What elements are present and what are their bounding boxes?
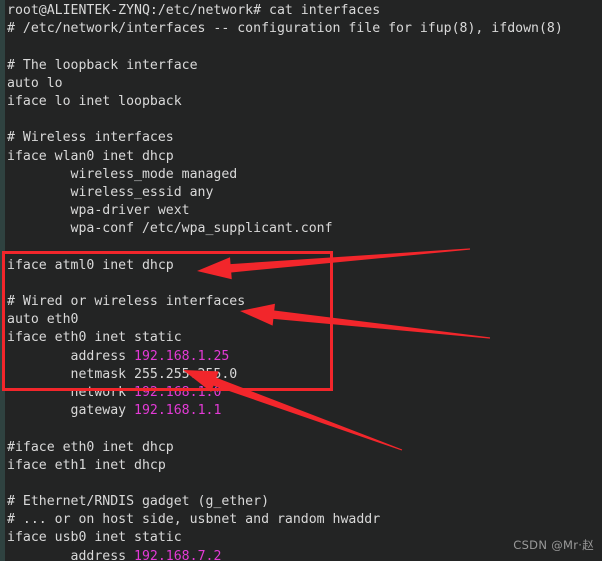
- terminal-left-edge-strip: [0, 0, 5, 561]
- terminal-text: # /etc/network/interfaces -- configurati…: [7, 21, 563, 37]
- terminal-line: iface lo inet loopback: [7, 93, 597, 111]
- terminal-text: auto eth0: [7, 312, 79, 328]
- terminal-line: wireless_mode managed: [7, 166, 597, 184]
- terminal-text: # ... or on host side, usbnet and random…: [7, 512, 381, 528]
- terminal-line: auto eth0: [7, 311, 597, 329]
- terminal-text: wpa-conf /etc/wpa_supplicant.conf: [7, 221, 333, 237]
- csdn-watermark: CSDN @Mr·赵: [513, 538, 594, 552]
- terminal-line: # ... or on host side, usbnet and random…: [7, 511, 597, 529]
- ip-address-value: 192.168.1.1: [134, 403, 222, 419]
- terminal-line: address 192.168.7.2: [7, 548, 597, 561]
- terminal-line: root@ALIENTEK-ZYNQ:/etc/network# cat int…: [7, 2, 597, 20]
- terminal-line: address 192.168.1.25: [7, 348, 597, 366]
- terminal-line: iface eth1 inet dhcp: [7, 457, 597, 475]
- terminal-text: root@ALIENTEK-ZYNQ:/etc/network# cat int…: [7, 3, 381, 18]
- terminal-line: iface eth0 inet static: [7, 329, 597, 347]
- terminal-text: wireless_mode managed: [7, 166, 238, 182]
- terminal-text: # Wired or wireless interfaces: [7, 294, 246, 309]
- terminal-text: # Ethernet/RNDIS gadget (g_ether): [7, 494, 270, 510]
- terminal-line: auto lo: [7, 75, 597, 93]
- terminal-output: root@ALIENTEK-ZYNQ:/etc/network# cat int…: [7, 2, 597, 561]
- terminal-line: gateway 192.168.1.1: [7, 402, 597, 420]
- terminal-line: network 192.168.1.0: [7, 384, 597, 402]
- terminal-line: iface wlan0 inet dhcp: [7, 148, 597, 166]
- terminal-line: wireless_essid any: [7, 184, 597, 202]
- terminal-text: gateway: [7, 403, 135, 419]
- terminal-text: iface eth0 inet static: [7, 330, 182, 346]
- terminal-line: wpa-driver wext: [7, 202, 597, 220]
- terminal-line: #iface eth0 inet dhcp: [7, 439, 597, 457]
- terminal-line: # /etc/network/interfaces -- configurati…: [7, 20, 597, 38]
- terminal-text: iface wlan0 inet dhcp: [7, 148, 174, 164]
- terminal-text: wireless_essid any: [7, 184, 214, 200]
- terminal-line: iface usb0 inet static: [7, 529, 597, 547]
- ip-address-value: 192.168.1.0: [134, 384, 222, 400]
- terminal-line: # Wired or wireless interfaces: [7, 293, 597, 311]
- terminal-line: # The loopback interface: [7, 57, 597, 75]
- terminal-line: netmask 255.255.255.0: [7, 366, 597, 384]
- terminal-text: iface usb0 inet static: [7, 530, 182, 546]
- terminal-text: netmask 255.255.255.0: [7, 366, 238, 382]
- terminal-line: # Wireless interfaces: [7, 129, 597, 147]
- terminal-text: # The loopback interface: [7, 57, 198, 73]
- ip-address-value: 192.168.1.25: [134, 348, 230, 364]
- terminal-text: iface eth1 inet dhcp: [7, 457, 166, 473]
- terminal-text: #iface eth0 inet dhcp: [7, 439, 174, 455]
- terminal-text: # Wireless interfaces: [7, 130, 174, 146]
- terminal-text: network: [7, 384, 135, 400]
- terminal-text: address: [7, 348, 135, 364]
- terminal-text: address: [7, 548, 135, 561]
- terminal-line: # Ethernet/RNDIS gadget (g_ether): [7, 493, 597, 511]
- terminal-text: iface atml0 inet dhcp: [7, 257, 174, 273]
- terminal-line: iface atml0 inet dhcp: [7, 257, 597, 275]
- terminal-text: iface lo inet loopback: [7, 93, 182, 109]
- ip-address-value: 192.168.7.2: [134, 548, 222, 561]
- terminal-line: wpa-conf /etc/wpa_supplicant.conf: [7, 220, 597, 238]
- terminal-text: wpa-driver wext: [7, 203, 190, 219]
- terminal-text: auto lo: [7, 75, 63, 91]
- terminal-window[interactable]: root@ALIENTEK-ZYNQ:/etc/network# cat int…: [0, 0, 602, 561]
